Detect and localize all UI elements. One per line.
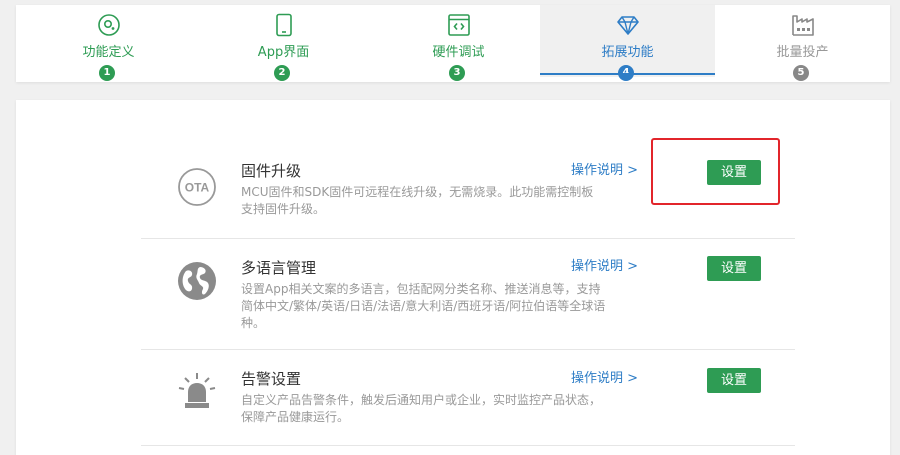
feature-multilanguage: 多语言管理 设置App相关文案的多语言，包括配网分类名称、推送消息等，支持 简体… xyxy=(141,239,795,350)
step-label: 批量投产 xyxy=(776,45,829,60)
step-mass-production[interactable]: 批量投产 5 xyxy=(715,5,890,81)
step-number-badge: 3 xyxy=(449,65,465,81)
instructions-link[interactable]: 操作说明 > xyxy=(571,163,638,179)
step-number-badge: 5 xyxy=(793,65,809,81)
feature-description-line: 保障产品健康运行。 xyxy=(241,410,350,424)
feature-description-line: 自定义产品告警条件，触发后通知用户或企业，实时监控产品状态， xyxy=(241,393,602,407)
step-bar: 功能定义 1 App界面 2 硬件调试 3 拓展功能 批量投产 5 xyxy=(0,0,900,82)
step-label: 拓展功能 xyxy=(601,45,654,60)
diamond-icon xyxy=(617,16,639,35)
step-label: App界面 xyxy=(257,45,310,60)
ota-icon: OTA xyxy=(178,168,216,206)
instructions-link[interactable]: 操作说明 > xyxy=(571,259,638,275)
feature-description-line: 种。 xyxy=(241,316,266,330)
step-label: 硬件调试 xyxy=(432,45,485,60)
step-extended-features[interactable]: 拓展功能 4 xyxy=(540,5,715,81)
feature-description-line: 简体中文/繁体/英语/日语/法语/意大利语/西班牙语/阿拉伯语等全球语 xyxy=(241,299,606,313)
feature-title: 告警设置 xyxy=(241,370,302,388)
feature-title: 固件升级 xyxy=(241,162,302,180)
svg-text:OTA: OTA xyxy=(185,181,210,195)
settings-button[interactable]: 设置 xyxy=(707,368,761,393)
step-app-interface[interactable]: App界面 2 xyxy=(196,5,371,81)
code-icon xyxy=(448,14,470,36)
alarm-icon xyxy=(178,373,216,408)
feature-description: 设置App相关文案的多语言，包括配网分类名称、推送消息等，支持 简体中文/繁体/… xyxy=(241,281,641,332)
globe-icon xyxy=(178,262,216,300)
feature-description: MCU固件和SDK固件可远程在线升级，无需烧录。此功能需控制板 支持固件升级。 xyxy=(241,184,641,218)
feature-description-line: MCU固件和SDK固件可远程在线升级，无需烧录。此功能需控制板 xyxy=(241,185,594,199)
instructions-link[interactable]: 操作说明 > xyxy=(571,371,638,387)
settings-button[interactable]: 设置 xyxy=(707,256,761,281)
feature-description-line: 设置App相关文案的多语言，包括配网分类名称、推送消息等，支持 xyxy=(241,282,601,296)
phone-icon xyxy=(276,13,292,37)
step-number-badge: 1 xyxy=(99,65,115,81)
feature-alarm-settings: 告警设置 自定义产品告警条件，触发后通知用户或企业，实时监控产品状态， 保障产品… xyxy=(141,350,795,446)
step-bar-container: 功能定义 1 App界面 2 硬件调试 3 拓展功能 批量投产 5 xyxy=(16,5,890,82)
step-hardware-debug[interactable]: 硬件调试 3 xyxy=(371,5,546,81)
divider xyxy=(141,445,795,446)
factory-icon xyxy=(792,15,814,36)
step-number-badge: 2 xyxy=(274,65,290,81)
step-function-definition[interactable]: 功能定义 1 xyxy=(21,5,196,81)
highlight-annotation-box xyxy=(651,138,780,205)
active-step-underline xyxy=(540,73,715,75)
step-label: 功能定义 xyxy=(82,45,135,60)
feature-description-line: 支持固件升级。 xyxy=(241,202,326,216)
gear-icon xyxy=(98,14,120,36)
feature-description: 自定义产品告警条件，触发后通知用户或企业，实时监控产品状态， 保障产品健康运行。 xyxy=(241,392,641,426)
feature-title: 多语言管理 xyxy=(241,259,317,277)
